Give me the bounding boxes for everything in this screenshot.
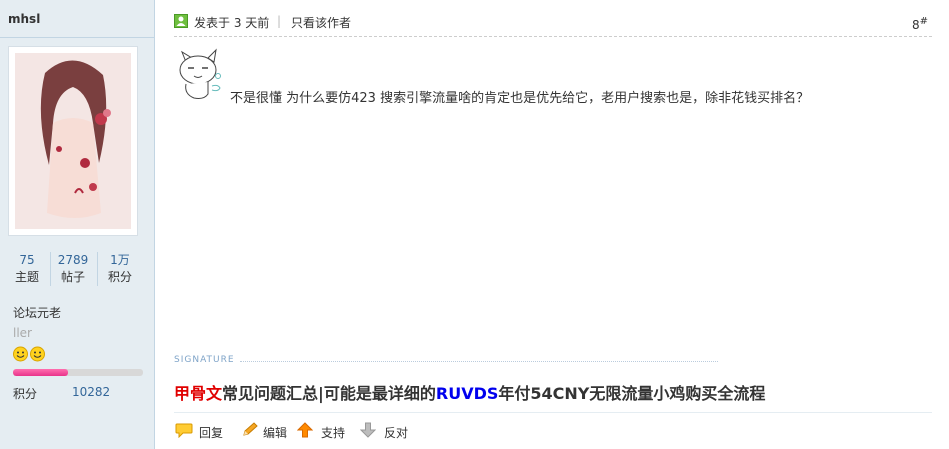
smiley-rank-icon <box>13 346 45 362</box>
header-separator: | <box>277 14 282 28</box>
stat-points[interactable]: 1万 积分 <box>98 252 142 286</box>
signature-link-ruvds[interactable]: RUVDS <box>436 384 499 403</box>
avatar[interactable] <box>8 46 138 236</box>
stat-threads-value[interactable]: 75 <box>5 252 49 268</box>
sidebar-divider <box>0 37 154 38</box>
signature-link-faq[interactable]: 常见问题汇总|可能是最详细的 <box>222 384 436 403</box>
author-only-link[interactable]: 只看该作者 <box>291 14 351 31</box>
cat-emoticon-icon <box>174 48 226 105</box>
post-header: 发表于 3 天前 | 只看该作者 8# <box>174 10 932 37</box>
stat-threads[interactable]: 75 主题 <box>5 252 49 286</box>
points-label: 积分 <box>13 387 38 401</box>
username-link[interactable]: mhsl <box>8 12 40 26</box>
support-up-arrow-icon[interactable] <box>297 422 313 438</box>
stat-threads-label: 主题 <box>14 270 39 284</box>
floor-number[interactable]: 8 <box>912 18 920 32</box>
avatar-image <box>15 53 131 229</box>
level-progress-bar <box>13 369 143 376</box>
stat-posts-label: 帖子 <box>60 270 85 284</box>
reply-button[interactable]: 回复 <box>199 424 223 441</box>
oppose-button[interactable]: 反对 <box>384 424 408 441</box>
reply-icon[interactable] <box>175 422 193 438</box>
post-time: 发表于 3 天前 <box>194 16 270 30</box>
stat-points-label: 积分 <box>107 270 132 284</box>
signature-label: SIGNATURE <box>174 355 235 365</box>
online-user-icon <box>174 14 188 28</box>
stat-posts[interactable]: 2789 帖子 <box>51 252 95 286</box>
edit-button[interactable]: 编辑 <box>263 424 287 441</box>
signature-divider <box>240 361 718 362</box>
stat-points-value[interactable]: 1万 <box>98 252 142 268</box>
edit-pencil-icon[interactable] <box>241 422 259 438</box>
level-progress-fill <box>13 369 68 376</box>
actions-divider <box>174 412 932 413</box>
post-content: 不是很懂 为什么要仿423 搜索引擎流量啥的肯定也是优先给它，老用户搜索也是，除… <box>230 91 810 106</box>
support-button[interactable]: 支持 <box>321 424 345 441</box>
points-value: 10282 <box>72 385 111 399</box>
user-sidebar: mhsl 75 主题 2789 帖子 1万 积分 论坛元老 ller 积分 10… <box>0 0 155 449</box>
rank-stars <box>13 346 47 365</box>
user-group[interactable]: 论坛元老 <box>13 304 61 321</box>
signature-link-oracle[interactable]: 甲骨文 <box>174 384 222 403</box>
floor-suffix: # <box>919 16 928 27</box>
user-sub-label: ller <box>13 326 32 340</box>
signature-link-guide[interactable]: 年付54CNY无限流量小鸡购买全流程 <box>498 384 765 403</box>
signature-links: 甲骨文常见问题汇总|可能是最详细的RUVDS年付54CNY无限流量小鸡购买全流程 <box>174 380 765 404</box>
stat-posts-value[interactable]: 2789 <box>51 252 95 268</box>
oppose-down-arrow-icon[interactable] <box>360 422 376 438</box>
floor-number-link[interactable]: 8# <box>912 16 928 32</box>
